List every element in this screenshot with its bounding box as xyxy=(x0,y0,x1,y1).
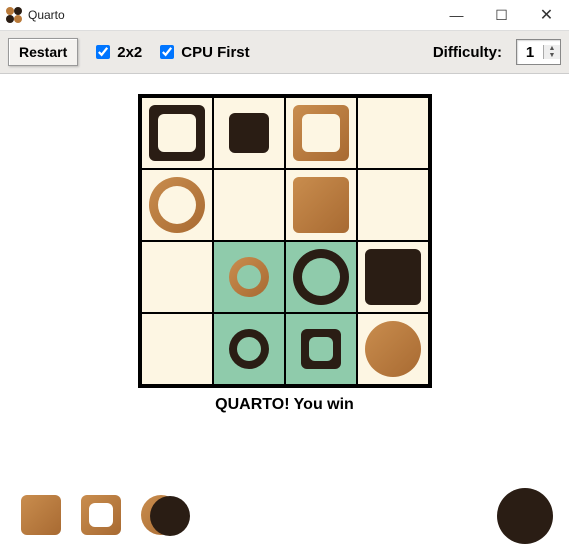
piece-dark-tall-circle-hollow xyxy=(293,249,349,305)
board-cell[interactable] xyxy=(286,314,356,384)
piece-light-short-square-solid xyxy=(21,495,61,535)
board-cell[interactable] xyxy=(214,98,284,168)
difficulty-value: 1 xyxy=(517,44,543,61)
board-cell[interactable] xyxy=(358,98,428,168)
option-cpu-first[interactable]: CPU First xyxy=(156,42,249,62)
board-cell[interactable] xyxy=(142,170,212,240)
option-2x2[interactable]: 2x2 xyxy=(92,42,142,62)
piece-dark-tall-square-hollow xyxy=(149,105,205,161)
minimize-button[interactable]: — xyxy=(434,0,479,30)
close-button[interactable]: ✕ xyxy=(524,0,569,30)
tray-slot[interactable] xyxy=(76,490,126,540)
board-cell[interactable] xyxy=(358,314,428,384)
piece-dark-tall-circle-solid xyxy=(497,488,553,544)
spinner-arrows[interactable]: ▲▼ xyxy=(543,45,560,59)
status-text: QUARTO! You win xyxy=(138,396,432,414)
tray-slot[interactable] xyxy=(150,496,190,536)
board-wrap: QUARTO! You win xyxy=(138,94,432,414)
board-cell[interactable] xyxy=(142,98,212,168)
board-cell[interactable] xyxy=(286,242,356,312)
toolbar: Restart 2x2 CPU First Difficulty: 1 ▲▼ xyxy=(0,31,569,74)
piece-dark-tall-square-solid xyxy=(365,249,421,305)
maximize-button[interactable]: ☐ xyxy=(479,0,524,30)
board-cell[interactable] xyxy=(286,170,356,240)
piece-light-short-square-hollow xyxy=(81,495,121,535)
board-cell[interactable] xyxy=(286,98,356,168)
piece-dark-short-circle-hollow xyxy=(229,329,269,369)
piece-light-short-circle-hollow xyxy=(229,257,269,297)
piece-dark-short-circle-solid xyxy=(150,496,190,536)
content-area: QUARTO! You win xyxy=(0,74,569,556)
option-2x2-label: 2x2 xyxy=(117,44,142,61)
tray-slot[interactable] xyxy=(16,490,66,540)
piece-dark-short-square-hollow xyxy=(301,329,341,369)
board-cell[interactable] xyxy=(214,314,284,384)
piece-light-tall-circle-hollow xyxy=(149,177,205,233)
board-cell[interactable] xyxy=(214,170,284,240)
board-cell[interactable] xyxy=(358,170,428,240)
piece-light-tall-circle-solid xyxy=(365,321,421,377)
app-window: Quarto — ☐ ✕ Restart 2x2 CPU First Diffi… xyxy=(0,0,569,556)
difficulty-label: Difficulty: xyxy=(433,44,502,61)
titlebar: Quarto — ☐ ✕ xyxy=(0,0,569,31)
board-cell[interactable] xyxy=(214,242,284,312)
piece-dark-short-square-solid xyxy=(229,113,269,153)
game-board xyxy=(138,94,432,388)
window-title: Quarto xyxy=(28,8,434,22)
option-cpu-first-checkbox[interactable] xyxy=(160,45,174,59)
app-icon xyxy=(6,7,22,23)
window-controls: — ☐ ✕ xyxy=(434,0,569,30)
piece-tray-row2 xyxy=(150,488,553,544)
board-cell[interactable] xyxy=(142,242,212,312)
difficulty-spinner[interactable]: 1 ▲▼ xyxy=(516,39,561,65)
tray-slot[interactable] xyxy=(497,488,553,544)
restart-button[interactable]: Restart xyxy=(8,38,78,66)
piece-light-tall-square-hollow xyxy=(293,105,349,161)
board-cell[interactable] xyxy=(142,314,212,384)
piece-light-tall-square-solid xyxy=(293,177,349,233)
option-cpu-first-label: CPU First xyxy=(181,44,249,61)
option-2x2-checkbox[interactable] xyxy=(96,45,110,59)
board-cell[interactable] xyxy=(358,242,428,312)
